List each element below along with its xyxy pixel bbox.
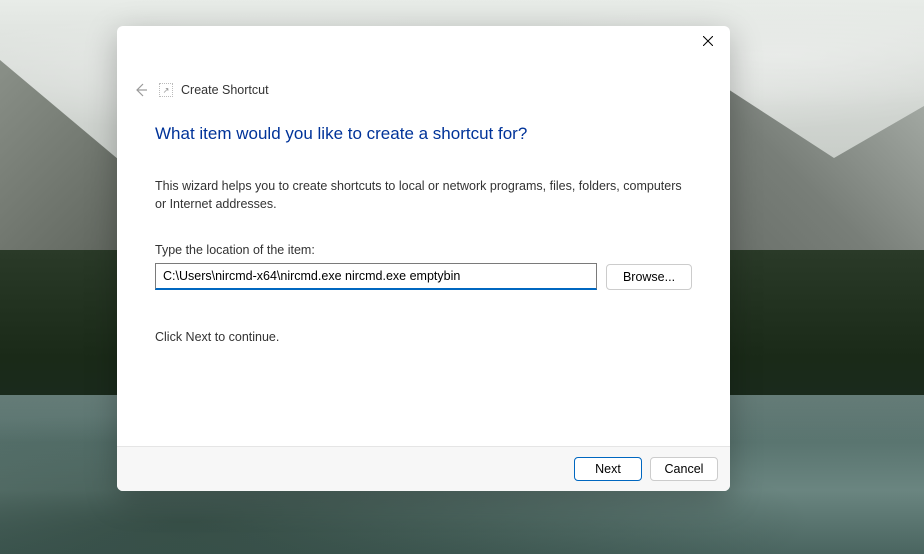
location-field-label: Type the location of the item:: [155, 243, 692, 257]
next-button[interactable]: Next: [574, 457, 642, 481]
location-input-row: Browse...: [155, 263, 692, 290]
location-input[interactable]: [155, 263, 597, 290]
dialog-header: ↗ Create Shortcut: [117, 80, 730, 100]
wizard-description: This wizard helps you to create shortcut…: [155, 177, 692, 213]
dialog-footer: Next Cancel: [117, 446, 730, 491]
close-button[interactable]: [686, 26, 730, 56]
back-arrow-icon: [133, 82, 149, 98]
create-shortcut-dialog: ↗ Create Shortcut What item would you li…: [117, 26, 730, 491]
titlebar: [117, 26, 730, 66]
dialog-content: What item would you like to create a sho…: [117, 100, 730, 446]
back-button[interactable]: [131, 80, 151, 100]
browse-button[interactable]: Browse...: [606, 264, 692, 290]
cancel-button[interactable]: Cancel: [650, 457, 718, 481]
page-heading: What item would you like to create a sho…: [155, 124, 692, 144]
close-icon: [703, 36, 713, 46]
dialog-title: Create Shortcut: [181, 83, 269, 97]
shortcut-icon: ↗: [159, 83, 173, 97]
next-instruction: Click Next to continue.: [155, 330, 692, 344]
